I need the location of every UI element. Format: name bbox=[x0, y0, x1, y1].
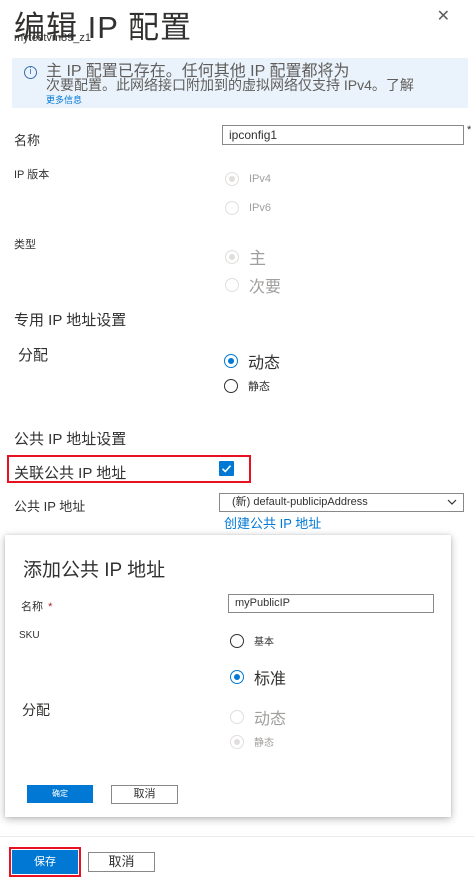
radio-primary-label: 主 bbox=[249, 249, 266, 268]
save-button[interactable]: 保存 bbox=[12, 850, 78, 874]
radio-sku-basic[interactable]: 基本 bbox=[230, 633, 274, 648]
radio-static-label: 静态 bbox=[248, 381, 270, 393]
type-label: 类型 bbox=[14, 239, 36, 251]
footer-divider bbox=[0, 836, 474, 837]
radio-static[interactable]: 静态 bbox=[224, 378, 270, 394]
sku-label: SKU bbox=[19, 630, 40, 641]
ip-version-label: IP 版本 bbox=[14, 169, 50, 181]
required-asterisk: * bbox=[48, 601, 53, 613]
radio-pip-static[interactable]: 静态 bbox=[230, 734, 274, 749]
radio-ipv6[interactable]: IPv6 bbox=[225, 201, 271, 215]
resource-name: mytestvm89_z1 bbox=[14, 32, 92, 44]
add-public-ip-name-label: 名称 * bbox=[21, 598, 52, 614]
radio-secondary-label: 次要 bbox=[249, 279, 282, 296]
required-asterisk: * bbox=[467, 124, 472, 136]
radio-dynamic-circle bbox=[224, 354, 238, 368]
public-ip-select-value: (新) default-publicipAddress bbox=[232, 496, 368, 508]
radio-sku-standard-circle bbox=[230, 670, 244, 684]
radio-pip-dynamic-circle bbox=[230, 710, 244, 724]
radio-ipv6-circle bbox=[225, 201, 239, 215]
panel-cancel-button[interactable]: 取消 bbox=[111, 785, 178, 804]
name-label: 名称 bbox=[14, 133, 41, 148]
radio-dynamic-label: 动态 bbox=[248, 355, 281, 372]
associate-public-ip-label: 关联公共 IP 地址 bbox=[14, 465, 127, 482]
public-ip-section-heading: 公共 IP 地址设置 bbox=[14, 431, 127, 448]
radio-sku-basic-label: 基本 bbox=[254, 637, 274, 648]
radio-ipv4-circle bbox=[225, 172, 239, 186]
public-ip-label: 公共 IP 地址 bbox=[14, 499, 86, 514]
public-ip-select[interactable]: (新) default-publicipAddress bbox=[219, 493, 464, 512]
radio-dynamic[interactable]: 动态 bbox=[224, 349, 280, 373]
radio-pip-static-circle bbox=[230, 734, 244, 749]
radio-primary[interactable]: 主 bbox=[225, 244, 266, 269]
ok-button[interactable]: 确定 bbox=[27, 785, 93, 803]
radio-sku-standard-label: 标准 bbox=[254, 671, 287, 688]
radio-ipv6-label: IPv6 bbox=[249, 202, 272, 214]
info-text-line2: 次要配置。此网络接口附加到的虚拟网络仅支持 IPv4。了解 bbox=[46, 77, 414, 93]
private-ip-section-heading: 专用 IP 地址设置 bbox=[14, 312, 127, 329]
radio-pip-static-label: 静态 bbox=[254, 738, 274, 749]
radio-ipv4[interactable]: IPv4 bbox=[225, 172, 271, 186]
info-icon: i bbox=[24, 66, 37, 79]
radio-primary-circle bbox=[225, 249, 239, 264]
radio-pip-dynamic-label: 动态 bbox=[254, 711, 287, 728]
close-icon[interactable]: ✕ bbox=[437, 6, 450, 26]
create-public-ip-link[interactable]: 创建公共 IP 地址 bbox=[224, 513, 321, 532]
radio-sku-standard[interactable]: 标准 bbox=[230, 665, 286, 689]
name-label-text: 名称 bbox=[21, 601, 43, 613]
radio-static-circle bbox=[224, 379, 238, 393]
public-ip-name-input[interactable]: myPublicIP bbox=[228, 594, 434, 613]
name-input[interactable]: ipconfig1 bbox=[222, 125, 464, 145]
cancel-button[interactable]: 取消 bbox=[88, 852, 155, 872]
add-public-ip-assignment-label: 分配 bbox=[22, 702, 50, 718]
add-public-ip-title: 添加公共 IP 地址 bbox=[23, 560, 166, 581]
associate-public-ip-checkbox[interactable] bbox=[219, 461, 234, 476]
info-banner: i 主 IP 配置已存在。任何其他 IP 配置都将为 次要配置。此网络接口附加到… bbox=[12, 58, 468, 108]
private-assignment-label: 分配 bbox=[18, 347, 49, 364]
radio-secondary[interactable]: 次要 bbox=[225, 273, 281, 297]
radio-sku-basic-circle bbox=[230, 633, 244, 648]
radio-secondary-circle bbox=[225, 278, 239, 292]
radio-ipv4-label: IPv4 bbox=[249, 173, 272, 185]
checkmark-icon bbox=[221, 465, 232, 473]
chevron-down-icon bbox=[447, 499, 457, 505]
radio-pip-dynamic[interactable]: 动态 bbox=[230, 705, 286, 729]
learn-more-link[interactable]: 更多信息 bbox=[46, 93, 82, 106]
add-public-ip-panel: 添加公共 IP 地址 名称 * myPublicIP SKU 基本 标准 分配 … bbox=[5, 535, 451, 817]
